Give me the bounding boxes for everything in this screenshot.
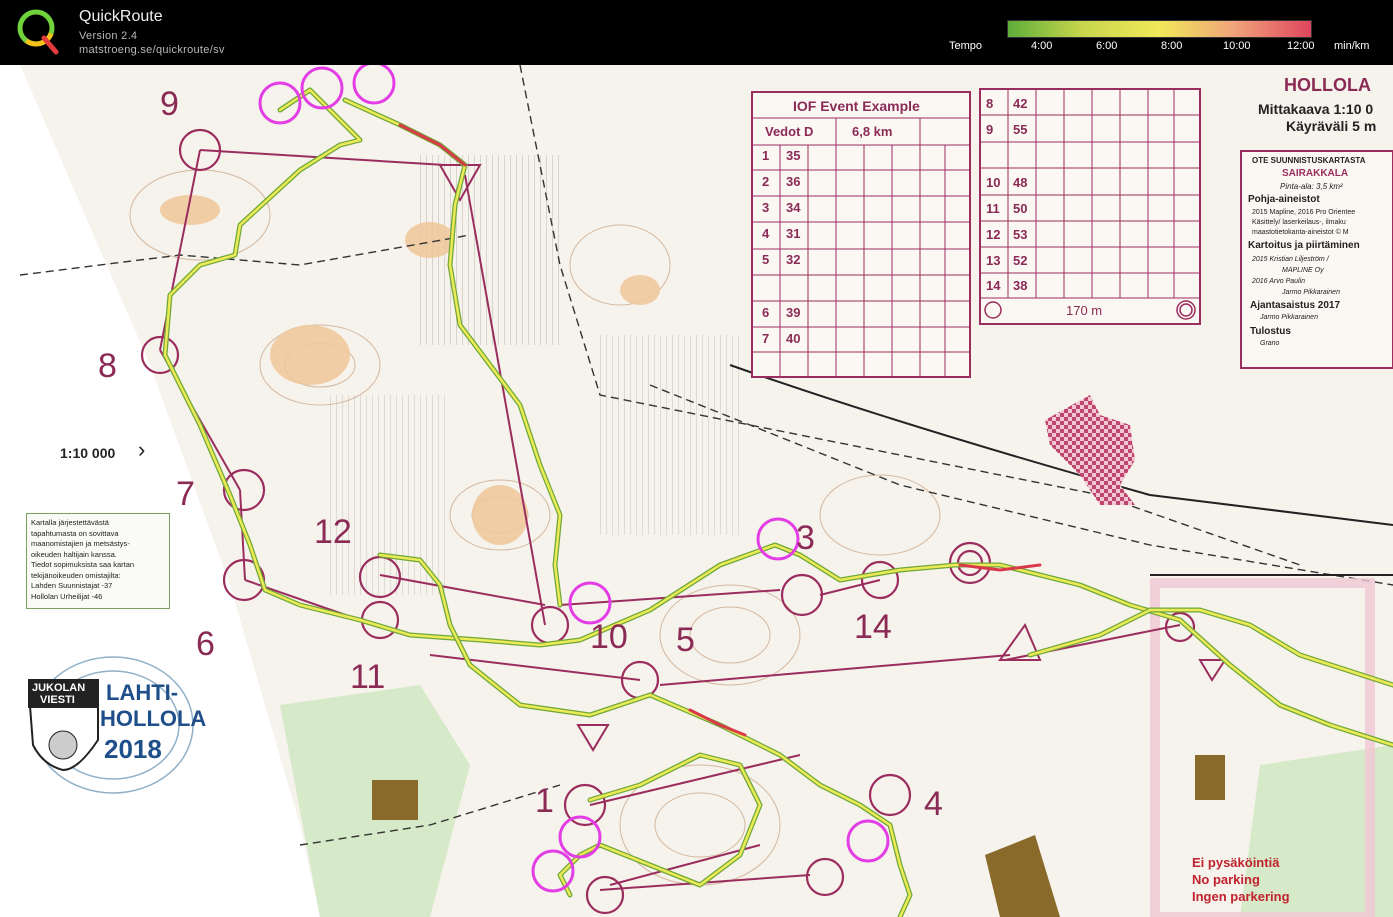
info-base-title: Pohja-aineistot: [1248, 194, 1320, 205]
description-control-code: 36: [786, 174, 801, 189]
logo-year: 2018: [104, 734, 162, 764]
description-control-number: 5: [762, 252, 770, 267]
tempo-tick: 10:00: [1223, 40, 1251, 52]
info-mapping-lines: 2015 Kristian Liljeström / MAPLINE Oy 20…: [1252, 256, 1340, 296]
marsh-area: [600, 335, 740, 535]
event-title: IOF Event Example: [793, 98, 920, 114]
control-number: 12: [314, 513, 352, 551]
parking-notice: Ei pysäköintiä No parking Ingen parkerin…: [1192, 855, 1290, 904]
building: [372, 780, 418, 820]
control-number: 1: [535, 782, 554, 820]
map-canvas[interactable]: [0, 65, 1393, 917]
control-number: 8: [98, 347, 117, 385]
map-info-box: OTE SUUNNISTUSKARTASTA SAIRAKKALA Pinta-…: [1240, 150, 1393, 369]
description-control-number: 13: [986, 253, 1001, 268]
control-number: 11: [350, 658, 386, 696]
tempo-unit: min/km: [1334, 40, 1370, 52]
scale-label: 1:10 000: [60, 445, 116, 461]
description-control-number: 3: [762, 200, 770, 215]
control-number: 7: [176, 475, 195, 513]
info-base-lines: 2015 Mapline, 2016 Pro Orientee Käsittel…: [1252, 209, 1356, 236]
info-update-title: Ajantasaistus 2017: [1250, 300, 1341, 311]
logo-city2: HOLLOLA: [100, 706, 207, 731]
permission-notice: Kartalla järjestettävästä tapahtumasta o…: [26, 513, 170, 609]
control-number: 14: [854, 608, 892, 646]
description-control-number: 8: [986, 96, 994, 111]
tempo-tick: 12:00: [1287, 40, 1315, 52]
app-title: QuickRoute: [79, 8, 163, 25]
control-number: 10: [590, 618, 628, 656]
description-control-code: 31: [786, 226, 801, 241]
class-name: Vedot D: [765, 124, 814, 139]
area-name: HOLLOLA: [1284, 75, 1371, 95]
description-control-number: 10: [986, 175, 1001, 190]
info-mapping-title: Kartoitus ja piirtäminen: [1248, 240, 1360, 251]
control-number: 3: [796, 519, 815, 557]
description-control-number: 9: [986, 122, 994, 137]
description-control-number: 4: [762, 226, 770, 241]
interval-line: Käyräväli 5 m: [1286, 118, 1377, 134]
tempo-label: Tempo: [949, 40, 983, 52]
description-control-code: 48: [1013, 175, 1028, 190]
description-control-number: 11: [986, 201, 1000, 216]
info-map-name: SAIRAKKALA: [1282, 168, 1349, 179]
description-control-number: 2: [762, 174, 770, 189]
description-control-number: 7: [762, 331, 770, 346]
description-control-number: 6: [762, 305, 770, 320]
control-number: 6: [196, 625, 215, 663]
description-control-code: 34: [786, 200, 801, 215]
description-control-code: 40: [786, 331, 801, 346]
logo-city1: LAHTI-: [106, 680, 179, 705]
tempo-color-scale: [1007, 20, 1312, 38]
description-control-code: 42: [1013, 96, 1028, 111]
marsh-area: [330, 395, 450, 595]
app-url: matstroeng.se/quickroute/sv: [79, 44, 225, 56]
info-print-line: Grano: [1260, 340, 1280, 347]
description-control-number: 14: [986, 278, 1001, 293]
description-control-code: 50: [1013, 201, 1028, 216]
building: [1195, 755, 1225, 800]
info-header: OTE SUUNNISTUSKARTASTA: [1252, 156, 1366, 165]
description-control-code: 53: [1013, 227, 1028, 242]
finish-distance: 170 m: [1066, 303, 1103, 318]
description-control-code: 32: [786, 252, 801, 267]
tempo-tick: 8:00: [1161, 40, 1183, 52]
description-control-code: 35: [786, 148, 801, 163]
control-number: 4: [924, 785, 943, 823]
quickroute-window: QuickRoute Version 2.4 matstroeng.se/qui…: [0, 0, 1393, 917]
course-length: 6,8 km: [852, 124, 893, 139]
orienteering-map[interactable]: IOF Event Example Vedot D 6,8 km 1 35 2 36 3…: [0, 65, 1393, 917]
info-update-line: Jarmo Pikkarainen: [1260, 314, 1318, 321]
description-control-number: 1: [762, 148, 770, 163]
logo-line2: VIESTI: [40, 694, 75, 706]
logo-line1: JUKOLAN: [32, 682, 86, 694]
tempo-tick: 4:00: [1031, 40, 1053, 52]
title-bar: QuickRoute Version 2.4 matstroeng.se/qui…: [0, 0, 1393, 65]
info-print-title: Tulostus: [1250, 326, 1291, 337]
description-control-code: 55: [1013, 122, 1028, 137]
description-control-code: 52: [1013, 253, 1028, 268]
north-arrow-icon: ›: [138, 437, 146, 462]
event-logo: JUKOLAN VIESTI LAHTI- HOLLOLA 2018: [28, 650, 206, 800]
app-version: Version 2.4: [79, 30, 138, 42]
control-number: 5: [676, 621, 695, 659]
description-control-number: 12: [986, 227, 1001, 242]
tempo-tick: 6:00: [1096, 40, 1118, 52]
description-control-code: 39: [786, 305, 801, 320]
scale-line: Mittakaava 1:10 0: [1258, 101, 1374, 117]
description-control-code: 38: [1013, 278, 1028, 293]
control-number: 9: [160, 85, 179, 123]
info-area: Pinta-ala: 3,5 km²: [1280, 182, 1343, 191]
quickroute-logo-icon: [17, 9, 59, 55]
